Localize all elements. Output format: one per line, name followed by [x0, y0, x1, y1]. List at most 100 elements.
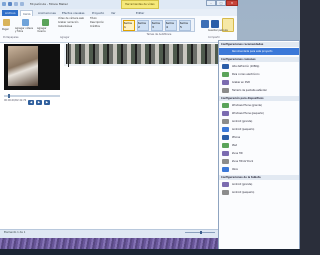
previous-frame-button[interactable]: ◀: [28, 100, 34, 105]
device-icon: [222, 159, 229, 164]
save-movie-dropdown: Configuraciones recomendadas Recomendada …: [218, 40, 300, 255]
device-icon: [222, 119, 229, 124]
next-frame-button[interactable]: ▶: [44, 100, 50, 105]
menu-item[interactable]: Zune HD: [219, 150, 299, 157]
seek-bar[interactable]: [4, 95, 60, 97]
undo-icon[interactable]: [14, 2, 18, 6]
narration-button[interactable]: Grabar narración: [58, 21, 78, 24]
menu-item[interactable]: iPad: [219, 142, 299, 149]
credits-button[interactable]: Créditos: [90, 25, 100, 28]
menu-item-label: Zune HD: [232, 152, 243, 155]
zoom-thumb[interactable]: [200, 231, 202, 234]
add-videos-icon[interactable]: [22, 19, 29, 26]
menu-item[interactable]: Android (pequeño): [219, 126, 299, 133]
menu-item[interactable]: Para correo electrónico: [219, 71, 299, 78]
menu-section-header: Configuraciones recomendadas: [219, 42, 299, 47]
device-icon: [222, 151, 229, 156]
menu-item[interactable]: Alta definición (1080p): [219, 63, 299, 70]
menu-item-label: Grabar en DVD: [232, 81, 251, 84]
menu-item[interactable]: Windows Phone (grande): [219, 102, 299, 109]
add-videos-button[interactable]: Agregar vídeos y fotos: [15, 27, 35, 34]
caption-button[interactable]: Descripción: [90, 21, 104, 24]
save-movie-button[interactable]: Guardar película: [208, 29, 228, 32]
time-readout: 00:00.00/02:42.76: [4, 99, 27, 102]
paste-button[interactable]: Pegar: [2, 28, 9, 31]
menu-item-label: Alta definición (1080p): [232, 65, 260, 68]
automovie-themes-gallery[interactable]: tema 1 tema 2 tema 3 tema 4 tema 5 Temas…: [121, 18, 195, 36]
theme-item[interactable]: tema 5: [179, 20, 191, 31]
zoom-slider[interactable]: [180, 231, 220, 235]
quick-access-toolbar: [2, 1, 28, 7]
menu-section-header: Configuraciones de la tableta: [219, 175, 299, 180]
menu-item[interactable]: Xbox: [219, 166, 299, 173]
device-icon: [222, 103, 229, 108]
preview-frame-image: [8, 46, 38, 86]
menu-item-label: iPad: [232, 144, 237, 147]
save-movie-icon[interactable]: [211, 20, 219, 28]
gallery-label: Temas de AutoMovie: [146, 33, 172, 36]
app-icon[interactable]: [2, 2, 6, 6]
menu-item[interactable]: Zune HD AV Dock: [219, 158, 299, 165]
device-icon: [222, 143, 229, 148]
theme-item[interactable]: tema 1: [123, 20, 135, 31]
video-clip-thumbnails[interactable]: [66, 44, 226, 64]
menu-item-label: Android (grande): [232, 120, 253, 123]
device-icon: [222, 127, 229, 132]
maximize-button[interactable]: □: [216, 0, 226, 6]
menu-item[interactable]: Recomendada para este proyecto: [219, 48, 299, 55]
menu-item-label: Android (grande): [232, 183, 253, 186]
menu-item[interactable]: Android (pequeño): [219, 189, 299, 196]
menu-item-label: Windows Phone (grande): [232, 104, 262, 107]
group-clipboard-label: Portapapeles: [3, 36, 19, 39]
menu-item-label: Windows Phone (pequeño): [232, 112, 264, 115]
device-icon: [222, 111, 229, 116]
add-music-icon[interactable]: [42, 19, 49, 26]
timeline-cursor[interactable]: [68, 43, 69, 67]
save-icon[interactable]: [8, 2, 12, 6]
menu-item[interactable]: Windows Phone (pequeño): [219, 110, 299, 117]
device-icon: [222, 135, 229, 140]
close-button[interactable]: ✕: [226, 0, 238, 6]
device-icon: [222, 182, 229, 187]
menu-item[interactable]: iPhone: [219, 134, 299, 141]
device-icon: [222, 190, 229, 195]
device-icon: [222, 80, 229, 85]
menu-item[interactable]: Tamaño de pantalla estándar: [219, 87, 299, 94]
menu-section-header: Configuraciones comunes: [219, 57, 299, 62]
menu-item[interactable]: Android (grande): [219, 181, 299, 188]
menu-item-label: Android (pequeño): [232, 128, 255, 131]
menu-item-label: Android (pequeño): [232, 191, 255, 194]
video-tools-context-tab: Herramientas de vídeo: [121, 0, 159, 9]
add-music-button[interactable]: Agregar música: [37, 27, 55, 34]
device-icon: [222, 49, 229, 54]
share-group: Guardar película: [199, 18, 235, 38]
menu-section-header: Configuración para dispositivos: [219, 96, 299, 101]
theme-item[interactable]: tema 2: [137, 20, 149, 31]
menu-item-label: Para correo electrónico: [232, 73, 260, 76]
snapshot-button[interactable]: Instantánea: [58, 25, 72, 28]
group-add-label: Agregar: [60, 36, 70, 39]
status-text: Elemento 1 de 1: [4, 231, 26, 234]
taskbar: [0, 249, 300, 255]
webcam-button[interactable]: Vídeo de cámara web: [58, 17, 84, 20]
menu-item-label: iPhone: [232, 136, 241, 139]
menu-item[interactable]: Grabar en DVD: [219, 79, 299, 86]
minimize-button[interactable]: –: [206, 0, 216, 6]
menu-item-label: Zune HD AV Dock: [232, 160, 254, 163]
menu-item[interactable]: Android (grande): [219, 118, 299, 125]
seek-thumb[interactable]: [8, 94, 10, 98]
window-title: Mi película - Movie Maker: [30, 2, 68, 6]
title-button[interactable]: Título: [90, 17, 97, 20]
menu-item-label: Xbox: [232, 168, 238, 171]
device-icon: [222, 167, 229, 172]
theme-item[interactable]: tema 3: [151, 20, 163, 31]
onedrive-icon[interactable]: [201, 20, 209, 28]
menu-item-label: Tamaño de pantalla estándar: [232, 89, 267, 92]
device-icon: [222, 88, 229, 93]
device-icon: [222, 72, 229, 77]
theme-item[interactable]: tema 4: [165, 20, 177, 31]
paste-icon[interactable]: [3, 19, 10, 26]
device-icon: [222, 64, 229, 69]
play-button[interactable]: ▶: [36, 100, 42, 105]
redo-icon[interactable]: [20, 2, 24, 6]
